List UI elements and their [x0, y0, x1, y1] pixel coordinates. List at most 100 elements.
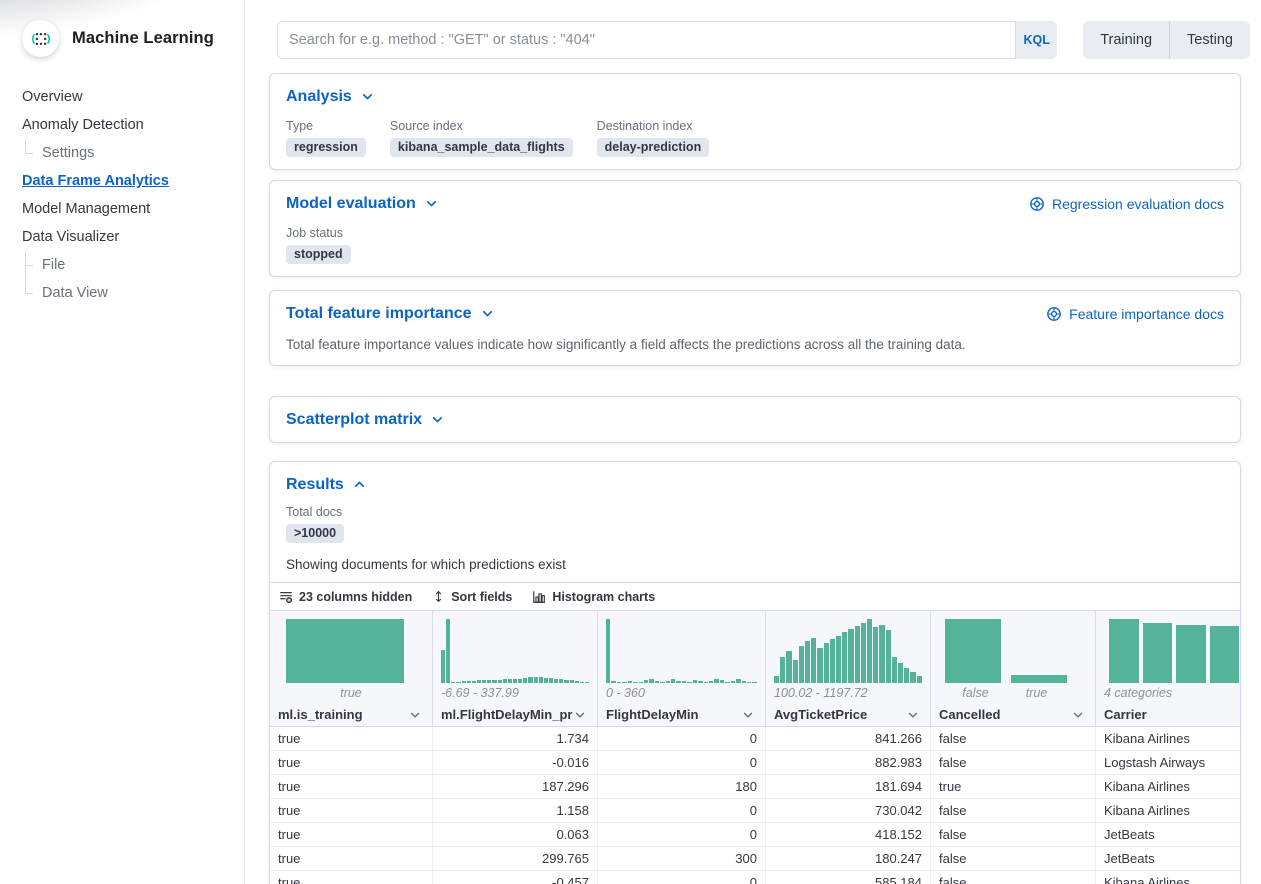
table-cell: 730.042: [766, 799, 931, 822]
category-label: true: [1006, 686, 1067, 700]
sidebar-item-model-management[interactable]: Model Management: [22, 195, 232, 223]
histogram-bar: [628, 681, 632, 683]
column-actions-chevron[interactable]: [573, 708, 589, 722]
columns-hidden-label: 23 columns hidden: [299, 590, 412, 604]
histogram-bar: [731, 681, 735, 683]
model-evaluation-panel: Model evaluation Regression evaluation d…: [269, 180, 1241, 277]
table-row: true0.0630418.152falseJetBeats: [270, 823, 1240, 847]
histogram-bar: [1176, 625, 1206, 683]
sidebar-item-anomaly-detection[interactable]: Anomaly Detection: [22, 111, 232, 139]
column-actions-chevron[interactable]: [906, 708, 922, 722]
sidebar-item-label[interactable]: Data View: [42, 285, 108, 301]
search-box: KQL: [277, 21, 1057, 59]
histogram-bar: [1011, 675, 1067, 683]
tree-line-icon: [25, 251, 35, 279]
column-name: Carrier: [1104, 707, 1237, 722]
scatterplot-matrix-panel: Scatterplot matrix: [269, 396, 1241, 443]
sidebar-item-data-frame-analytics[interactable]: Data Frame Analytics: [22, 167, 232, 195]
column-range-label: true: [276, 683, 426, 703]
histogram-bar: [666, 681, 670, 683]
histogram-bar: [793, 660, 798, 683]
main-area: KQL Training Testing Analysis Type regre…: [245, 0, 1261, 884]
results-accordion-toggle[interactable]: Results: [286, 474, 367, 495]
feature-importance-docs-link[interactable]: Feature importance docs: [1046, 306, 1224, 322]
table-cell: false: [931, 751, 1096, 774]
table-cell: 187.296: [433, 775, 598, 798]
histogram-charts-button[interactable]: Histogram charts: [532, 590, 655, 604]
columns-hidden-button[interactable]: 23 columns hidden: [279, 590, 412, 604]
training-button[interactable]: Training: [1083, 21, 1169, 59]
grid-toolbar: 23 columns hidden Sort fields: [270, 582, 1240, 611]
scatterplot-matrix-accordion-toggle[interactable]: Scatterplot matrix: [286, 409, 445, 430]
sidebar-item-label[interactable]: Model Management: [22, 201, 150, 217]
model-evaluation-accordion-toggle[interactable]: Model evaluation: [286, 193, 439, 214]
histogram-bar: [747, 682, 751, 683]
column-range-label: falsetrue: [937, 683, 1089, 703]
table-cell: 882.983: [766, 751, 931, 774]
table-cell: false: [931, 871, 1096, 884]
sidebar-item-label[interactable]: Overview: [22, 89, 82, 105]
histogram-bar: [477, 680, 481, 683]
table-cell: 299.765: [433, 847, 598, 870]
grid-header: true ml.is_training -6.69 - 337.99 ml.Fl…: [270, 611, 1240, 727]
field-label: Destination index: [597, 119, 710, 133]
results-data-grid: 23 columns hidden Sort fields: [270, 582, 1240, 884]
histogram-bar: [879, 625, 884, 683]
sidebar-item-label[interactable]: Data Visualizer: [22, 229, 119, 245]
sidebar: Machine Learning Overview Anomaly Detect…: [0, 0, 245, 884]
histogram-bar: [671, 679, 675, 683]
sidebar-item-label[interactable]: Data Frame Analytics: [22, 173, 169, 189]
grid-body: true1.7340841.266falseKibana Airlinestru…: [270, 727, 1240, 884]
regression-evaluation-docs-link[interactable]: Regression evaluation docs: [1029, 196, 1224, 212]
total-feature-importance-panel: Total feature importance Feature importa…: [269, 290, 1241, 366]
testing-button[interactable]: Testing: [1170, 21, 1250, 59]
column-actions-chevron[interactable]: [1071, 708, 1087, 722]
sort-icon: [432, 590, 445, 603]
sidebar-item-file[interactable]: File: [22, 251, 232, 279]
sidebar-item-data-visualizer[interactable]: Data Visualizer: [22, 223, 232, 251]
app-title: Machine Learning: [72, 29, 214, 48]
analysis-accordion-toggle[interactable]: Analysis: [286, 86, 375, 107]
histogram-bar: [861, 623, 866, 683]
total-feature-importance-accordion-toggle[interactable]: Total feature importance: [286, 303, 495, 324]
histogram-bar: [539, 677, 543, 683]
search-input[interactable]: [277, 21, 1015, 59]
column-header-cancelled: falsetrue Cancelled: [931, 611, 1096, 726]
column-actions-chevron[interactable]: [408, 708, 424, 722]
column-header-avgticketprice: 100.02 - 1197.72 AvgTicketPrice: [766, 611, 931, 726]
topbar: KQL Training Testing: [245, 0, 1261, 73]
histogram-bar: [714, 679, 718, 683]
histogram-bar: [704, 682, 708, 683]
sidebar-item-label[interactable]: Anomaly Detection: [22, 117, 144, 133]
table-cell: 300: [598, 847, 766, 870]
total-docs-badge: >10000: [286, 524, 344, 543]
job-status-badge: stopped: [286, 245, 351, 264]
documentation-icon: [1046, 306, 1062, 322]
sidebar-item-data-view[interactable]: Data View: [22, 279, 232, 307]
histogram-bar: [472, 681, 476, 683]
total-docs-field: Total docs >10000: [286, 505, 344, 543]
histogram-bar: [580, 682, 584, 683]
chevron-down-icon: [424, 196, 439, 211]
table-cell: true: [270, 775, 433, 798]
kql-button[interactable]: KQL: [1015, 21, 1057, 59]
sidebar-item-label[interactable]: File: [42, 257, 65, 273]
field-label: Total docs: [286, 505, 344, 519]
source-index-badge: kibana_sample_data_flights: [390, 138, 573, 157]
chevron-down-icon: [480, 306, 495, 321]
sort-fields-button[interactable]: Sort fields: [432, 590, 512, 604]
histogram-bar: [575, 681, 579, 683]
histogram-bar: [606, 619, 610, 683]
histogram-bar: [570, 680, 574, 683]
histogram-bar: [639, 682, 643, 683]
app-brand: Machine Learning: [22, 20, 232, 57]
column-actions-chevron[interactable]: [741, 708, 757, 722]
analysis-panel: Analysis Type regression Source index ki…: [269, 73, 1241, 170]
histogram-bar: [709, 681, 713, 683]
table-cell: 841.266: [766, 727, 931, 750]
sidebar-item-overview[interactable]: Overview: [22, 83, 232, 111]
histogram-bar: [698, 681, 702, 683]
analysis-field: Source index kibana_sample_data_flights: [390, 119, 573, 157]
sidebar-item-settings[interactable]: Settings: [22, 139, 232, 167]
sidebar-item-label[interactable]: Settings: [42, 145, 94, 161]
